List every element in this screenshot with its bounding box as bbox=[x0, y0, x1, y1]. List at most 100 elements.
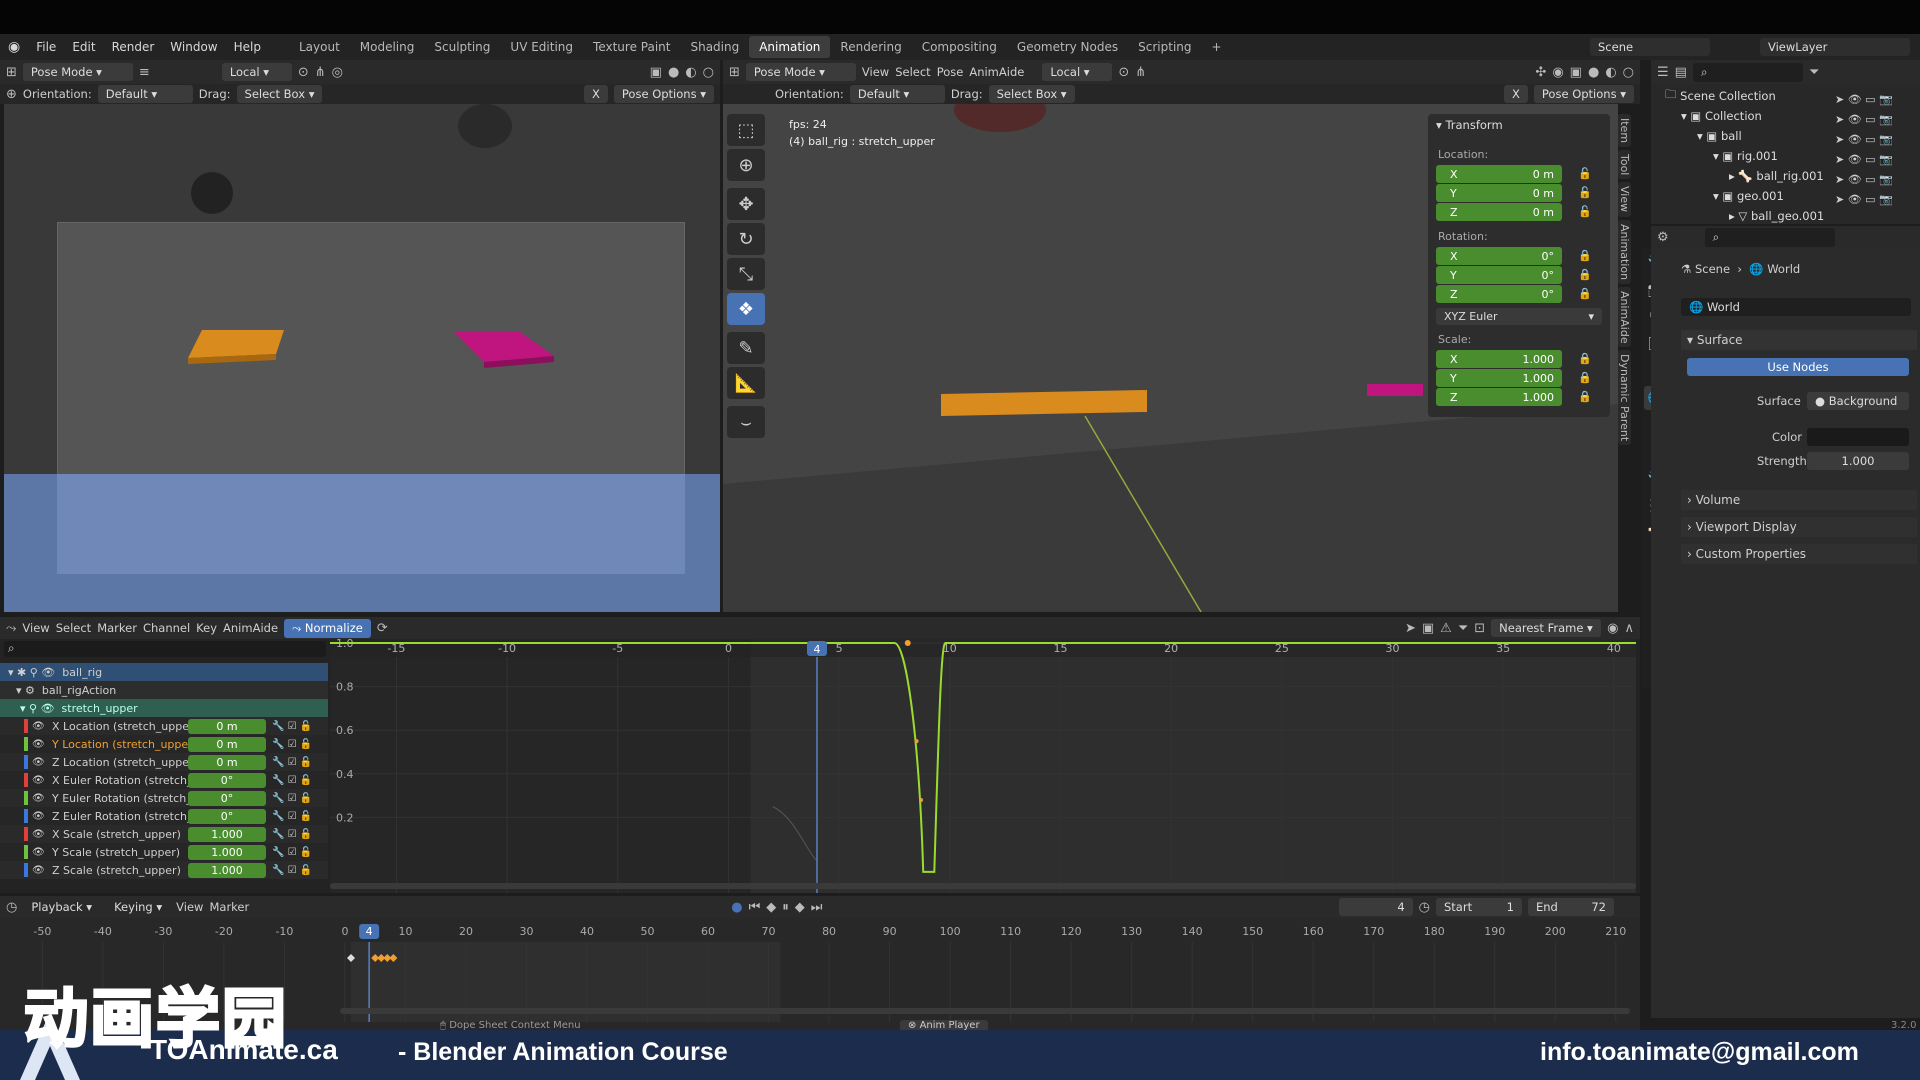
color-swatch[interactable] bbox=[1807, 428, 1909, 446]
outliner-row[interactable]: ▾ ▣ Collection bbox=[1681, 106, 1762, 126]
left-orientation-dropdown[interactable]: Default ▾ bbox=[97, 85, 193, 103]
menu-help[interactable]: Help bbox=[226, 40, 269, 54]
custom-properties-section-header[interactable]: › Custom Properties bbox=[1681, 544, 1917, 564]
graph-menu-marker[interactable]: Marker bbox=[97, 621, 137, 635]
channel-action[interactable]: ▾ ⚙ ball_rigAction bbox=[0, 681, 328, 699]
outliner-filter-icon[interactable]: ⏷ bbox=[1809, 66, 1819, 79]
rotation-mode-dropdown[interactable]: XYZ Euler ▾ bbox=[1436, 308, 1602, 325]
use-nodes-button[interactable]: Use Nodes bbox=[1687, 358, 1909, 376]
timeline-menu-view[interactable]: View bbox=[176, 900, 203, 914]
menu-window[interactable]: Window bbox=[162, 40, 225, 54]
only-selected-icon[interactable]: ➤ bbox=[1405, 622, 1416, 635]
tab-animation-side[interactable]: Animation bbox=[1618, 219, 1631, 284]
right-menu-pose[interactable]: Pose bbox=[937, 65, 964, 79]
world-selector[interactable]: 🌐 World bbox=[1681, 298, 1911, 316]
strength-field[interactable]: 1.000 bbox=[1807, 452, 1909, 470]
channel-value[interactable]: 1.000 bbox=[188, 862, 266, 878]
outliner-row[interactable]: 🗀 Scene Collection bbox=[1665, 86, 1776, 106]
viewport-display-section-header[interactable]: › Viewport Display bbox=[1681, 517, 1917, 537]
rotation-z-field[interactable]: Z 0° bbox=[1436, 285, 1562, 303]
tab-modeling[interactable]: Modeling bbox=[350, 36, 425, 58]
tab-compositing[interactable]: Compositing bbox=[912, 36, 1007, 58]
pivot-point-icon[interactable]: ⊡ bbox=[1474, 622, 1485, 635]
right-shading-material-icon[interactable]: ◐ bbox=[1605, 66, 1616, 79]
shading-material-icon[interactable]: ◐ bbox=[685, 66, 696, 79]
channel-value[interactable]: 0° bbox=[188, 808, 266, 824]
right-menu-view[interactable]: View bbox=[862, 65, 889, 79]
channel-value[interactable]: 0 m bbox=[188, 736, 266, 752]
right-snap-icon[interactable]: ⋔ bbox=[1135, 66, 1146, 79]
tab-view[interactable]: View bbox=[1618, 182, 1631, 217]
volume-section-header[interactable]: › Volume bbox=[1681, 490, 1917, 510]
right-drag-dropdown[interactable]: Select Box ▾ bbox=[988, 85, 1075, 103]
jump-end-icon[interactable]: ⏭ bbox=[811, 901, 823, 914]
location-y-field[interactable]: Y0 m bbox=[1436, 184, 1562, 202]
channel-toggle-icons[interactable]: 🔧 ☑ 🔓 bbox=[272, 721, 312, 732]
rotation-x-field[interactable]: X 0° bbox=[1436, 247, 1562, 265]
camera-viewport[interactable] bbox=[4, 104, 720, 612]
rotation-z-lock-icon[interactable]: 🔒 bbox=[1578, 287, 1592, 300]
tab-geometry-nodes[interactable]: Geometry Nodes bbox=[1007, 36, 1128, 58]
scale-z-field[interactable]: Z 1.000 bbox=[1436, 388, 1562, 406]
right-xray-icon[interactable]: ▣ bbox=[1570, 66, 1582, 79]
graph-menu-key[interactable]: Key bbox=[196, 621, 217, 635]
graph-menu-select[interactable]: Select bbox=[56, 621, 91, 635]
outliner-display-icon[interactable]: ▤ bbox=[1675, 66, 1687, 79]
right-menu-select[interactable]: Select bbox=[895, 65, 930, 79]
outliner-row[interactable]: ▾ ▣ ball bbox=[1697, 126, 1742, 146]
right-mirror-x-toggle[interactable]: X bbox=[1504, 85, 1528, 103]
channel-search[interactable]: ⌕ bbox=[4, 641, 326, 657]
transform-tool[interactable]: ❖ bbox=[727, 293, 765, 325]
annotate-tool[interactable]: ✎ bbox=[727, 332, 765, 364]
menu-file[interactable]: File bbox=[28, 40, 64, 54]
graph-menu-animaide[interactable]: AnimAide bbox=[223, 621, 278, 635]
scale-x-lock-icon[interactable]: 🔒 bbox=[1578, 352, 1592, 365]
proportional-icon[interactable]: ◎ bbox=[332, 66, 343, 79]
properties-type-icon[interactable]: ⚙ bbox=[1657, 231, 1669, 244]
left-transform-dropdown[interactable]: Local ▾ bbox=[221, 63, 292, 81]
surface-shader-field[interactable]: ● Background bbox=[1807, 392, 1909, 410]
channel-toggle-icons[interactable]: 🔧 ☑ 🔓 bbox=[272, 775, 312, 786]
show-hidden-icon[interactable]: ▣ bbox=[1422, 622, 1434, 635]
overlay-icon[interactable]: ◉ bbox=[1552, 66, 1563, 79]
channel-value[interactable]: 0° bbox=[188, 772, 266, 788]
channel-row[interactable]: 👁 X Location (stretch_upper) 0 m 🔧 ☑ 🔓 bbox=[0, 717, 328, 735]
rotation-y-lock-icon[interactable]: 🔒 bbox=[1578, 268, 1592, 281]
outliner-search[interactable]: ⌕ bbox=[1692, 62, 1803, 82]
autokey-icon[interactable]: ● bbox=[731, 901, 742, 914]
location-x-field[interactable]: X0 m bbox=[1436, 165, 1562, 183]
channel-row[interactable]: 👁 Z Location (stretch_upper) 0 m 🔧 ☑ 🔓 bbox=[0, 753, 328, 771]
channel-row[interactable]: 👁 Z Euler Rotation (stretch_up 0° 🔧 ☑ 🔓 bbox=[0, 807, 328, 825]
keying-menu[interactable]: Keying ▾ bbox=[106, 898, 170, 916]
right-editor-type-icon[interactable]: ⊞ bbox=[729, 66, 740, 79]
tab-sculpting[interactable]: Sculpting bbox=[424, 36, 500, 58]
tab-layout[interactable]: Layout bbox=[289, 36, 350, 58]
channel-value[interactable]: 0° bbox=[188, 790, 266, 806]
rotation-x-lock-icon[interactable]: 🔒 bbox=[1578, 249, 1592, 262]
jump-start-icon[interactable]: ⏮ bbox=[749, 901, 761, 914]
select-box-tool[interactable]: ⬚ bbox=[727, 114, 765, 146]
eye-icon[interactable]: 👁 bbox=[32, 793, 45, 804]
graph-menu-channel[interactable]: Channel bbox=[143, 621, 190, 635]
eye-icon[interactable]: 👁 bbox=[32, 721, 45, 732]
rotate-tool[interactable]: ↻ bbox=[727, 223, 765, 255]
measure-tool[interactable]: 📐 bbox=[727, 367, 765, 399]
channel-toggle-icons[interactable]: 🔧 ☑ 🔓 bbox=[272, 739, 312, 750]
tab-tool[interactable]: Tool bbox=[1618, 150, 1631, 180]
tab-animation[interactable]: Animation bbox=[749, 36, 831, 58]
timeline-type-icon[interactable]: ◷ bbox=[6, 901, 17, 914]
location-z-lock-icon[interactable]: 🔓 bbox=[1578, 205, 1592, 218]
snap-mode-dropdown[interactable]: Nearest Frame ▾ bbox=[1491, 619, 1602, 637]
channel-value[interactable]: 1.000 bbox=[188, 844, 266, 860]
tab-animaide[interactable]: AnimAide bbox=[1618, 286, 1631, 348]
right-shading-solid-icon[interactable]: ● bbox=[1588, 66, 1599, 79]
graph-editor-type-icon[interactable]: ⤳ bbox=[6, 622, 16, 635]
right-pose-options[interactable]: Pose Options ▾ bbox=[1533, 85, 1634, 103]
channel-group[interactable]: ▾ ⚲ 👁 stretch_upper bbox=[0, 699, 328, 717]
normalize-toggle[interactable]: ⤳ Normalize bbox=[284, 618, 371, 638]
channel-toggle-icons[interactable]: 🔧 ☑ 🔓 bbox=[272, 811, 312, 822]
pause-icon[interactable]: ⏸ bbox=[782, 901, 789, 914]
shading-render-icon[interactable]: ○ bbox=[703, 66, 714, 79]
channel-toggle-icons[interactable]: 🔧 ☑ 🔓 bbox=[272, 829, 312, 840]
outliner-type-icon[interactable]: ☰ bbox=[1657, 66, 1669, 79]
